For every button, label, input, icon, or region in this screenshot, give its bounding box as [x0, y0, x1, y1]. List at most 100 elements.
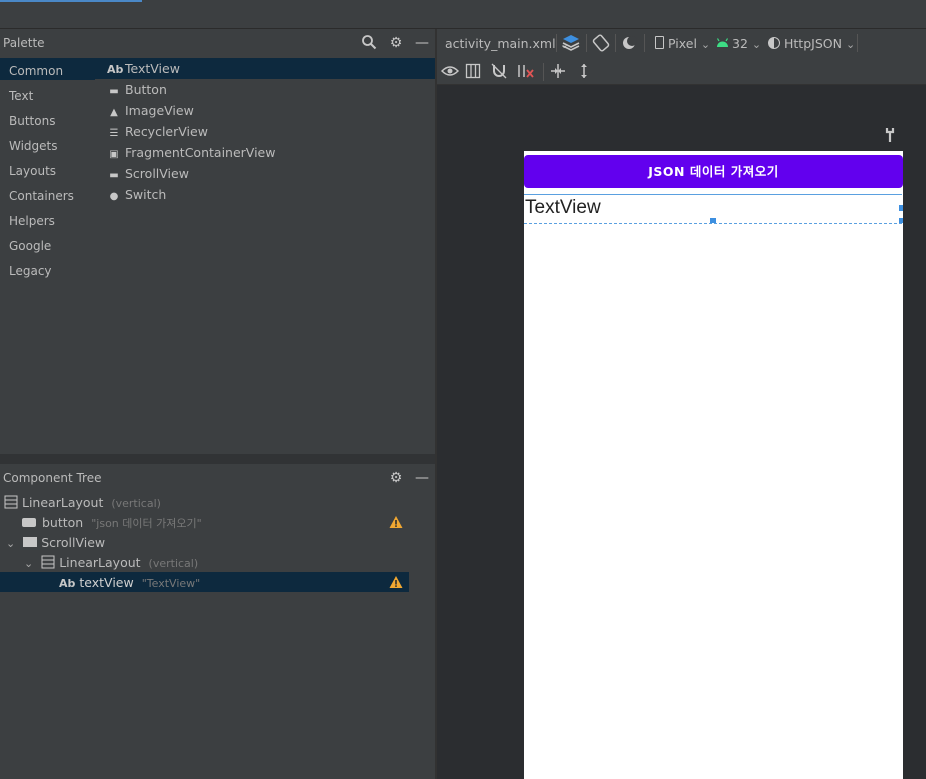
palette-item-label: TextView: [125, 61, 180, 76]
switch-icon: ●: [109, 191, 119, 202]
device-selector[interactable]: Pixel ⌄: [655, 36, 710, 51]
tree-row-textview[interactable]: Ab textView "TextView": [59, 573, 200, 593]
chevron-down-icon: ⌄: [845, 38, 856, 51]
device-name: Pixel: [668, 36, 697, 51]
tree-node-name: LinearLayout: [22, 495, 104, 510]
align-vertical-icon[interactable]: [576, 63, 592, 79]
resize-handle-right[interactable]: [899, 205, 903, 211]
resize-handle-bottom[interactable]: [710, 218, 716, 223]
tree-row-linearlayout[interactable]: LinearLayout (vertical): [4, 493, 161, 513]
blueprint-icon[interactable]: [465, 63, 481, 79]
scrollview-icon: ▬: [109, 170, 119, 181]
phone-preview[interactable]: [524, 151, 903, 779]
category-layouts[interactable]: Layouts: [9, 164, 56, 178]
divider: [543, 63, 544, 81]
resize-handle-corner[interactable]: [899, 218, 903, 223]
divider: [644, 34, 645, 52]
theme-icon: [768, 37, 780, 49]
palette-item-label: ScrollView: [125, 166, 189, 181]
gear-icon[interactable]: ⚙: [387, 34, 405, 52]
palette-item-label: RecyclerView: [125, 124, 208, 139]
category-widgets[interactable]: Widgets: [9, 139, 58, 153]
gear-icon[interactable]: ⚙: [387, 469, 405, 487]
chevron-down-icon[interactable]: ⌄: [24, 557, 33, 570]
fragment-icon: ▣: [109, 149, 119, 160]
panel-splitter[interactable]: [0, 454, 436, 464]
android-icon: [716, 38, 729, 47]
tree-row-linearlayout-inner[interactable]: ⌄ LinearLayout (vertical): [24, 553, 198, 573]
divider: [857, 34, 858, 52]
chevron-down-icon[interactable]: ⌄: [6, 537, 15, 550]
magnet-icon[interactable]: [491, 63, 507, 79]
palette-item-label: FragmentContainerView: [125, 145, 276, 160]
night-mode-icon[interactable]: [621, 35, 639, 51]
tree-node-name: LinearLayout: [59, 555, 141, 570]
tree-node-name: ScrollView: [41, 535, 106, 550]
linearlayout-icon: [4, 495, 18, 509]
tree-node-name: textView: [79, 575, 134, 590]
palette-item-recyclerview[interactable]: ☰ RecyclerView: [107, 122, 208, 142]
category-helpers[interactable]: Helpers: [9, 214, 55, 228]
file-selector[interactable]: activity_main.xml ⌄: [445, 36, 569, 51]
eye-icon[interactable]: [441, 64, 459, 78]
divider: [586, 34, 587, 52]
palette-item-textview[interactable]: Ab TextView: [107, 59, 180, 79]
palette-item-button[interactable]: ▬ Button: [107, 80, 167, 100]
button-icon: [22, 518, 36, 527]
palette-header: Palette ⚙ —: [0, 29, 436, 57]
divider: [556, 34, 557, 52]
file-name: activity_main.xml: [445, 36, 556, 51]
preview-textview[interactable]: TextView: [525, 197, 601, 219]
textview-icon: Ab: [59, 577, 76, 590]
palette-title: Palette: [3, 36, 45, 50]
warning-icon[interactable]: [389, 575, 403, 589]
tree-node-detail: "TextView": [141, 577, 201, 590]
tree-node-detail: (vertical): [111, 497, 161, 510]
preview-json-button[interactable]: JSON 데이터 가져오기: [524, 155, 903, 188]
wrench-icon[interactable]: [883, 127, 897, 143]
category-text[interactable]: Text: [9, 89, 33, 103]
palette-item-scrollview[interactable]: ▬ ScrollView: [107, 164, 189, 184]
category-buttons[interactable]: Buttons: [9, 114, 55, 128]
tree-node-detail: "json 데이터 가져오기": [91, 517, 202, 530]
palette-item-label: Switch: [125, 187, 167, 202]
category-common[interactable]: Common: [9, 64, 63, 78]
divider: [615, 34, 616, 52]
category-legacy[interactable]: Legacy: [9, 264, 52, 278]
layers-icon[interactable]: [562, 34, 582, 52]
image-icon: ▲: [110, 107, 118, 118]
chevron-down-icon: ⌄: [700, 38, 711, 51]
tree-row-scrollview[interactable]: ⌄ ScrollView: [6, 533, 105, 553]
linearlayout-icon: [41, 555, 55, 569]
api-selector[interactable]: 32 ⌄: [716, 36, 761, 51]
warning-icon[interactable]: [389, 515, 403, 529]
palette-item-imageview[interactable]: ▲ ImageView: [107, 101, 194, 121]
palette-item-switch[interactable]: ● Switch: [107, 185, 167, 205]
component-tree-header: Component Tree ⚙ —: [0, 464, 436, 492]
clear-constraints-icon[interactable]: [517, 63, 535, 79]
button-icon: ▬: [109, 86, 119, 97]
api-level: 32: [732, 36, 748, 51]
theme-name: HttpJSON: [784, 36, 842, 51]
category-containers[interactable]: Containers: [9, 189, 74, 203]
palette-item-fragmentcontainerview[interactable]: ▣ FragmentContainerView: [107, 143, 275, 163]
palette-item-label: ImageView: [125, 103, 194, 118]
chevron-down-icon: ⌄: [751, 38, 762, 51]
rotate-icon[interactable]: [592, 34, 610, 52]
align-horizontal-icon[interactable]: [550, 63, 566, 79]
minimize-icon[interactable]: —: [413, 34, 431, 52]
minimize-icon[interactable]: —: [413, 469, 431, 487]
phone-icon: [655, 36, 664, 49]
top-tab-strip: [0, 0, 926, 29]
list-icon: ☰: [109, 128, 119, 139]
tree-row-button[interactable]: button "json 데이터 가져오기": [22, 513, 202, 533]
component-tree-title: Component Tree: [3, 471, 102, 485]
search-icon[interactable]: [360, 34, 378, 52]
category-google[interactable]: Google: [9, 239, 51, 253]
palette-body: [0, 57, 436, 454]
textview-icon: Ab: [107, 63, 124, 76]
theme-selector[interactable]: HttpJSON ⌄: [768, 36, 855, 51]
layout-toolbar: [437, 57, 926, 85]
active-tab-indicator: [0, 0, 142, 2]
tree-node-name: button: [42, 515, 84, 530]
